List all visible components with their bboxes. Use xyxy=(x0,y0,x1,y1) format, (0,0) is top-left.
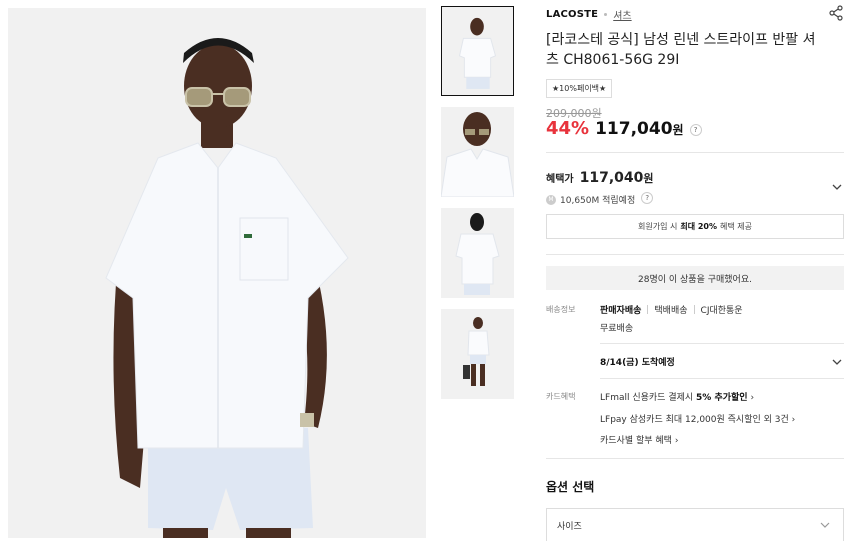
price-help-icon[interactable]: ? xyxy=(689,124,702,136)
brand-link[interactable]: LACOSTE xyxy=(546,9,598,20)
chevron-right-icon: › xyxy=(750,393,755,403)
arrival-date: 8/14(금) 도착예정 xyxy=(600,358,675,368)
shipping-label: 배송정보 xyxy=(546,305,576,314)
benefit-label: 혜택가 xyxy=(546,174,574,185)
points-help-icon[interactable]: ? xyxy=(641,191,654,204)
payback-badge: ★10%페이백★ xyxy=(546,79,613,98)
shipping-carrier: CJ대한통운 xyxy=(700,306,743,316)
thumbnail-4[interactable] xyxy=(441,309,514,399)
price-row: 44% 117,040 원 ? xyxy=(546,118,702,139)
chevron-down-icon[interactable] xyxy=(820,520,830,530)
purchase-notice: 28명이 이 상품을 구매했어요. xyxy=(546,266,844,290)
size-select[interactable]: 사이즈 xyxy=(546,508,844,541)
shipping-methods: 판매자배송 택배배송 CJ대한통운 xyxy=(600,303,743,316)
shipping-seller: 판매자배송 xyxy=(600,306,642,316)
breadcrumb: LACOSTE 셔츠 xyxy=(546,7,632,22)
signup-text-post: 혜택 제공 xyxy=(720,222,752,231)
benefit-currency: 원 xyxy=(643,172,654,185)
separator xyxy=(647,305,649,314)
signup-benefit-button[interactable]: 회원가입 시 최대 20% 혜택 제공 xyxy=(546,214,844,239)
benefit-price: 117,040 xyxy=(579,170,644,186)
benefit-price-row: 혜택가 117,040 원 xyxy=(546,170,654,186)
size-select-label: 사이즈 xyxy=(557,522,582,532)
divider xyxy=(546,254,844,255)
option-select-title: 옵션 선택 xyxy=(546,480,595,494)
shipping-method: 택배배송 xyxy=(654,306,688,316)
category-link[interactable]: 셔츠 xyxy=(613,7,631,22)
signup-text-strong: 최대 20% xyxy=(680,222,717,231)
signup-text-pre: 회원가입 시 xyxy=(638,222,678,231)
product-title: [라코스테 공식] 남성 린넨 스트라이프 반팔 셔츠 CH8061-56G 2… xyxy=(546,32,816,68)
discount-rate: 44% xyxy=(546,118,590,139)
card-installment[interactable]: 카드사별 할부 혜택 › xyxy=(600,433,678,446)
card-line3: 카드사별 할부 혜택 xyxy=(600,436,672,446)
share-icon[interactable] xyxy=(828,5,844,21)
divider xyxy=(600,343,844,344)
sale-price-currency: 원 xyxy=(672,123,684,137)
points-text: 10,650M 적립예정 xyxy=(560,196,636,206)
chevron-right-icon: › xyxy=(674,436,679,446)
separator xyxy=(693,305,695,314)
chevron-right-icon: › xyxy=(791,415,796,425)
thumbnail-1[interactable] xyxy=(441,6,514,96)
card-line1-strong: 5% 추가할인 xyxy=(696,393,748,403)
thumbnail-2[interactable] xyxy=(441,107,514,197)
mileage-icon: M xyxy=(546,194,556,205)
points-row: M 10,650M 적립예정 ? xyxy=(546,191,654,206)
shipping-fee: 무료배송 xyxy=(600,324,634,334)
sale-price: 117,040 xyxy=(595,119,673,139)
card-line1-pre: LFmall 신용카드 결제시 xyxy=(600,393,694,403)
chevron-down-icon[interactable] xyxy=(832,182,842,192)
card-benefit-lfpay[interactable]: LFpay 삼성카드 최대 12,000원 즉시할인 외 3건 › xyxy=(600,412,795,425)
divider xyxy=(546,458,844,459)
thumbnail-list xyxy=(441,6,514,410)
thumbnail-3[interactable] xyxy=(441,208,514,298)
breadcrumb-separator xyxy=(604,13,608,16)
card-benefit-lfmall[interactable]: LFmall 신용카드 결제시 5% 추가할인 › xyxy=(600,390,754,403)
chevron-down-icon[interactable] xyxy=(832,357,842,367)
divider xyxy=(600,378,844,379)
divider xyxy=(546,152,844,153)
main-product-image[interactable] xyxy=(8,8,426,538)
card-line2: LFpay 삼성카드 최대 12,000원 즉시할인 외 3건 xyxy=(600,415,789,425)
card-benefit-label: 카드혜택 xyxy=(546,392,576,401)
